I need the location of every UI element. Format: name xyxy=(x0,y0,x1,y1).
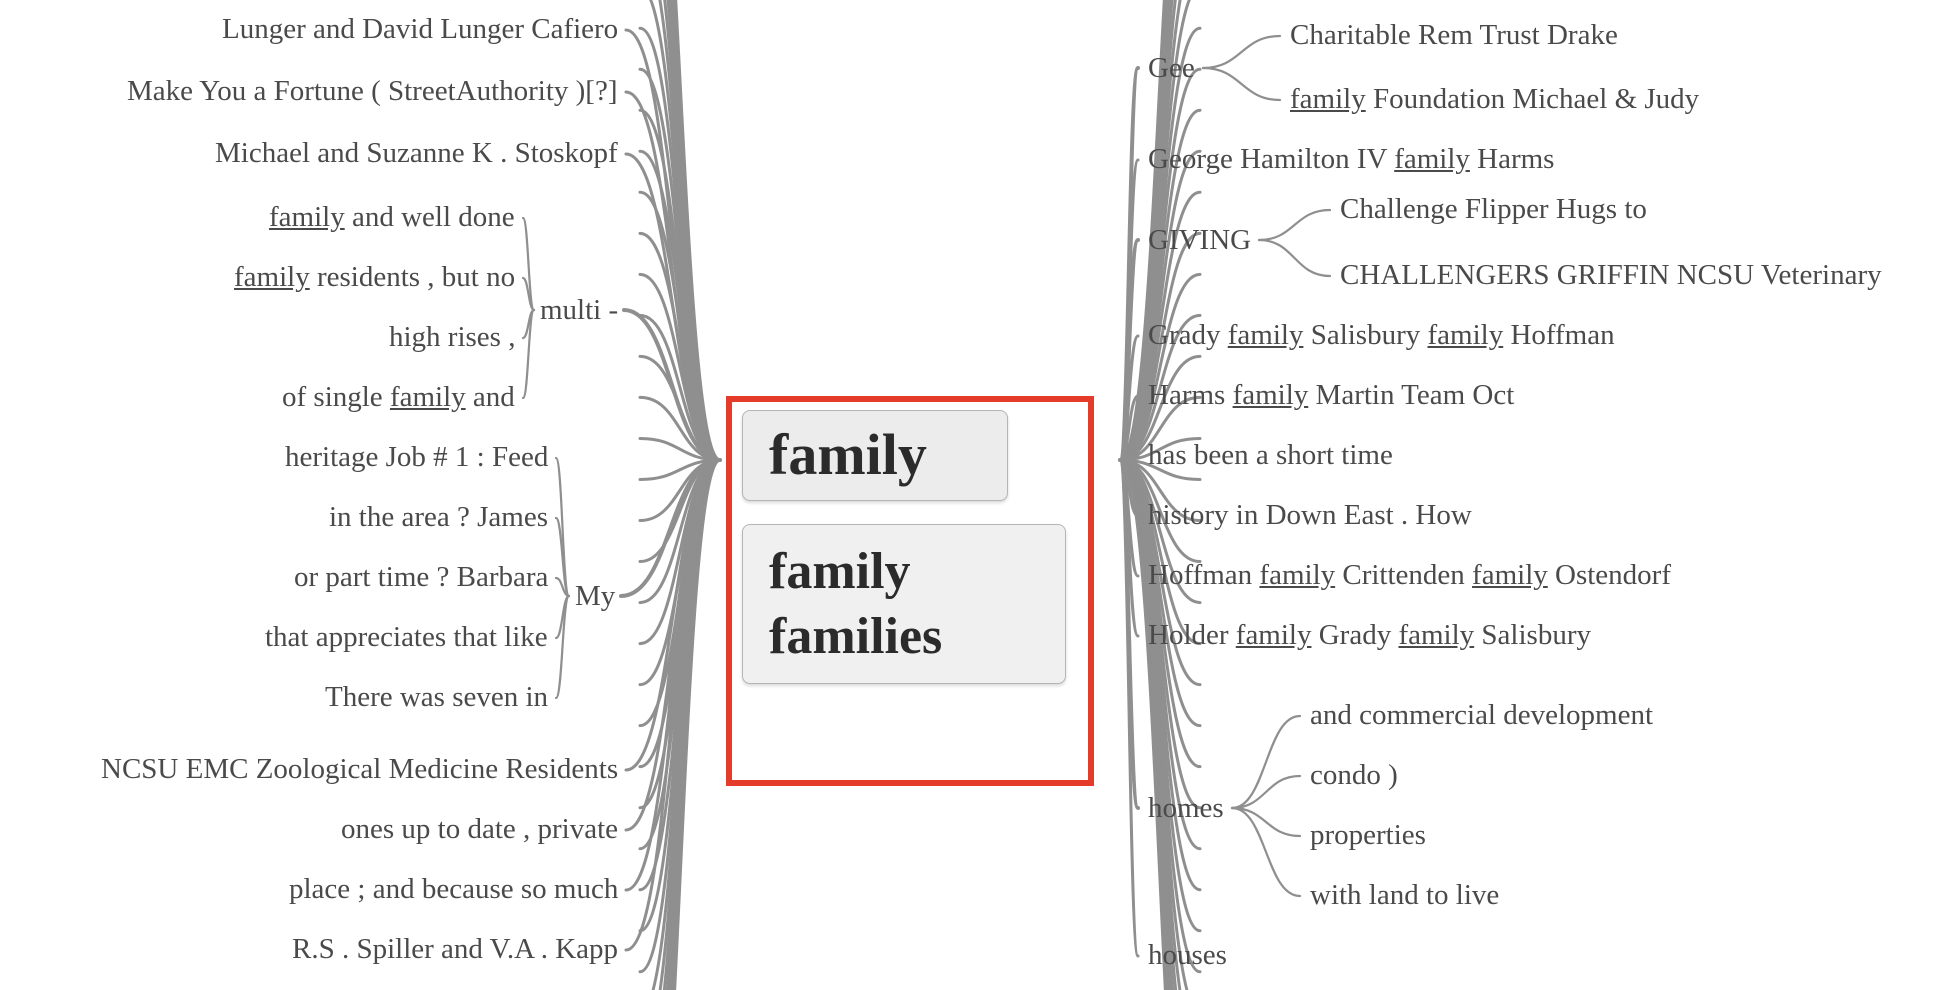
tree-leaf[interactable]: Harms family Martin Team Oct xyxy=(1148,380,1514,412)
tree-leaf[interactable]: of single family and xyxy=(282,382,515,414)
tree-leaf[interactable]: Challenge Flipper Hugs to xyxy=(1340,194,1647,226)
tree-leaf[interactable]: family residents , but no xyxy=(234,262,515,294)
tree-leaf[interactable]: in the area ? James xyxy=(329,502,548,534)
tree-leaf[interactable]: history in Down East . How xyxy=(1148,500,1472,532)
tree-leaf[interactable]: heritage Job # 1 : Feed xyxy=(285,442,548,474)
tree-leaf[interactable]: ones up to date , private xyxy=(341,814,618,846)
center-word-card[interactable]: family xyxy=(742,410,1008,501)
tree-leaf[interactable]: or part time ? Barbara xyxy=(294,562,548,594)
center-variant-2: families xyxy=(769,604,1039,669)
tree-leaf[interactable]: that appreciates that like xyxy=(265,622,548,654)
tree-leaf[interactable]: condo ) xyxy=(1310,760,1398,792)
tree-leaf[interactable]: has been a short time xyxy=(1148,440,1393,472)
tree-branch-label[interactable]: GIVING xyxy=(1148,224,1251,257)
center-variant-1: family xyxy=(769,539,1039,604)
tree-leaf[interactable]: family and well done xyxy=(269,202,515,234)
tree-leaf[interactable]: high rises , xyxy=(389,322,515,354)
tree-leaf[interactable]: Charitable Rem Trust Drake xyxy=(1290,20,1618,52)
tree-leaf[interactable]: Holder family Grady family Salisbury xyxy=(1148,620,1591,652)
center-variants-card[interactable]: family families xyxy=(742,524,1066,684)
tree-leaf[interactable]: There was seven in xyxy=(325,682,548,714)
tree-leaf[interactable]: Lunger and David Lunger Cafiero xyxy=(222,14,618,46)
tree-leaf[interactable]: Hoffman family Crittenden family Ostendo… xyxy=(1148,560,1671,592)
tree-branch-label[interactable]: homes xyxy=(1148,792,1224,825)
center-word: family xyxy=(769,422,927,487)
tree-leaf[interactable]: Michael and Suzanne K . Stoskopf xyxy=(215,138,618,170)
tree-leaf[interactable]: place ; and because so much xyxy=(289,874,618,906)
tree-branch-label[interactable]: multi - xyxy=(540,294,618,327)
tree-branch-label[interactable]: Gee xyxy=(1148,52,1195,85)
tree-leaf[interactable]: Make You a Fortune ( StreetAuthority )[?… xyxy=(127,76,618,108)
tree-leaf[interactable]: and commercial development xyxy=(1310,700,1653,732)
tree-leaf[interactable]: NCSU EMC Zoological Medicine Residents xyxy=(101,754,618,786)
tree-leaf[interactable]: George Hamilton IV family Harms xyxy=(1148,144,1554,176)
tree-leaf[interactable]: family Foundation Michael & Judy xyxy=(1290,84,1699,116)
tree-leaf[interactable]: houses xyxy=(1148,940,1227,972)
tree-leaf[interactable]: Grady family Salisbury family Hoffman xyxy=(1148,320,1615,352)
tree-leaf[interactable]: properties xyxy=(1310,820,1426,852)
word-tree-viewport[interactable]: family family families Lunger and David … xyxy=(0,0,1956,990)
tree-leaf[interactable]: CHALLENGERS GRIFFIN NCSU Veterinary xyxy=(1340,260,1882,292)
tree-leaf[interactable]: with land to live xyxy=(1310,880,1499,912)
tree-branch-label[interactable]: My xyxy=(575,580,615,613)
tree-leaf[interactable]: R.S . Spiller and V.A . Kapp xyxy=(292,934,618,966)
